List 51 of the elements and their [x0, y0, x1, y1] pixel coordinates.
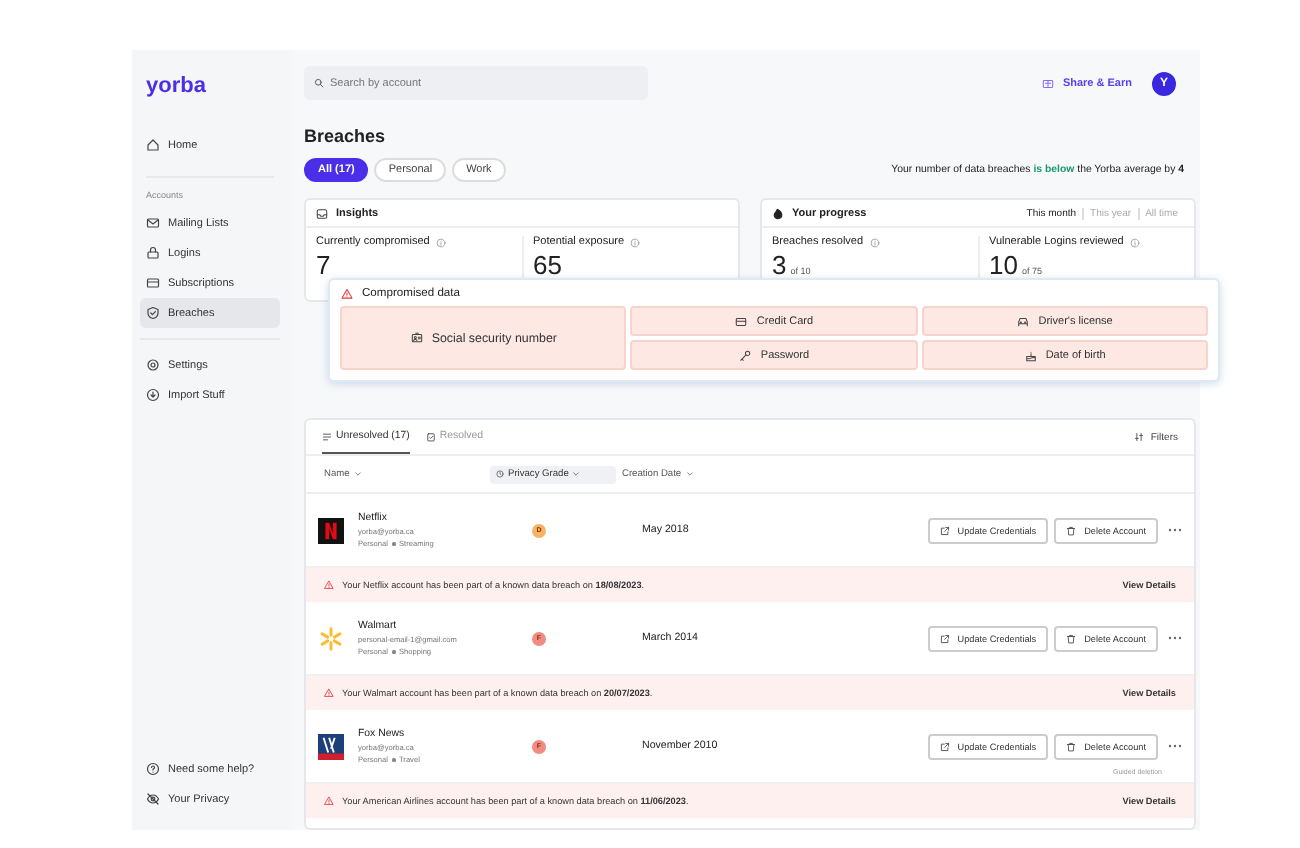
metric-value: 10 — [989, 250, 1018, 280]
metric-value: 3 — [772, 250, 787, 280]
info-icon — [869, 237, 880, 247]
logo[interactable]: yorba — [146, 74, 280, 98]
warning-icon — [324, 688, 334, 698]
card-icon — [146, 276, 160, 290]
chevron-down-icon — [353, 470, 362, 478]
help-icon — [146, 762, 160, 776]
clipboard-check-icon — [425, 431, 436, 441]
external-link-icon — [939, 633, 950, 643]
id-card-icon — [409, 332, 424, 344]
warning-icon — [324, 580, 334, 590]
gift-card-icon — [1040, 77, 1057, 89]
cake-icon — [1023, 349, 1038, 361]
envelope-icon — [146, 216, 160, 230]
metric-value: 7 — [316, 250, 331, 280]
flame-icon — [772, 207, 784, 219]
filter-sliders-icon — [1134, 432, 1145, 442]
separator-dot — [392, 650, 395, 654]
search-icon — [314, 78, 324, 88]
trash-icon — [1066, 633, 1077, 643]
list-icon — [322, 431, 332, 441]
lock-icon — [146, 246, 160, 260]
external-link-icon — [939, 741, 950, 751]
spark-logo-icon — [318, 625, 344, 651]
card-icon — [734, 315, 749, 327]
separator-dot — [392, 758, 395, 762]
trash-icon — [1066, 741, 1077, 751]
key-icon — [738, 349, 753, 361]
inbox-icon — [316, 207, 328, 219]
clock-icon — [496, 470, 504, 478]
car-icon — [1016, 315, 1031, 327]
info-icon — [630, 237, 641, 247]
info-icon — [435, 237, 446, 247]
import-icon — [146, 388, 160, 402]
shield-check-icon — [146, 306, 160, 320]
info-icon — [1129, 237, 1140, 247]
chevron-down-icon — [572, 470, 581, 478]
separator-dot — [392, 542, 395, 546]
warning-icon — [340, 288, 354, 300]
metric-value: 65 — [533, 250, 562, 280]
chevron-down-icon — [685, 470, 694, 478]
home-icon — [146, 138, 160, 152]
trash-icon — [1066, 525, 1077, 535]
logo-icon — [318, 517, 344, 543]
settings-icon — [146, 358, 160, 372]
page-title: Breaches — [304, 126, 388, 146]
external-link-icon — [939, 525, 950, 535]
warning-icon — [324, 796, 334, 806]
eye-slash-icon — [146, 792, 160, 806]
logo-icon — [318, 733, 344, 759]
